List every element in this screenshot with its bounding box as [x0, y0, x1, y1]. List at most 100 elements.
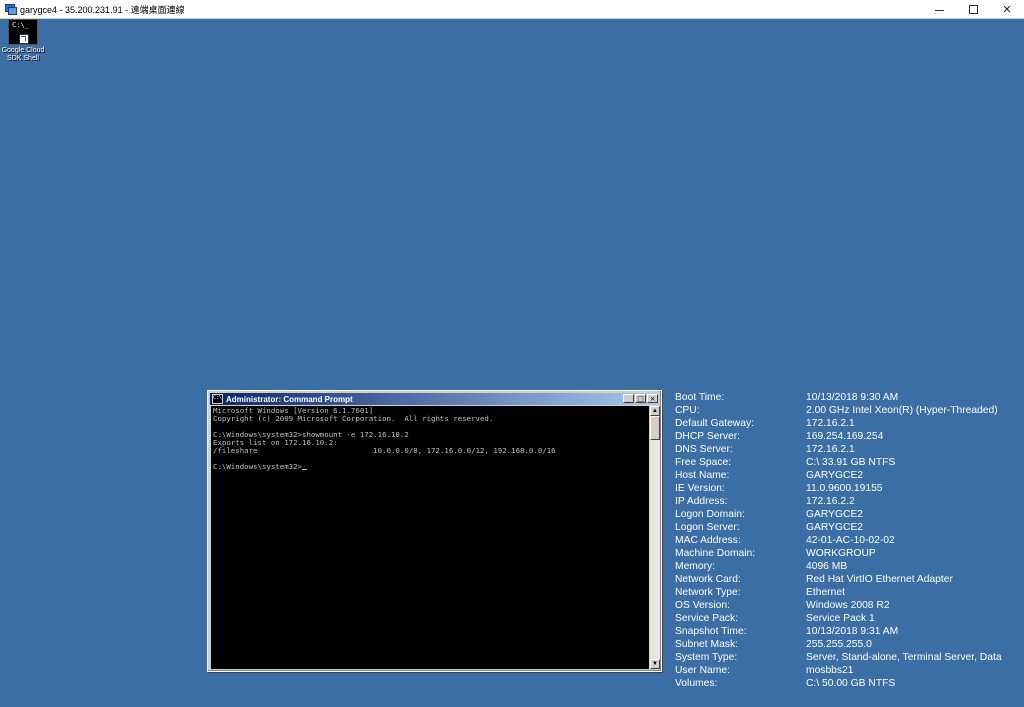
bginfo-value: 10/13/2018 9:30 AM [806, 392, 899, 403]
bginfo-row: Volumes: C:\ 50.00 GB NTFS [675, 677, 1024, 690]
console-line: /fileshare 10.0.0.0/8, 172.16.0.0/12, 19… [213, 446, 556, 455]
bginfo-label: Logon Server: [675, 522, 740, 533]
bginfo-label: IE Version: [675, 483, 725, 494]
bginfo-row: Network Type: Ethernet [675, 586, 1024, 599]
bginfo-row: DHCP Server: 169.254.169.254 [675, 430, 1024, 443]
cmd-minimize-button[interactable]: _ [623, 394, 634, 403]
close-button[interactable]: ✕ [990, 0, 1024, 18]
minimize-button[interactable] [922, 0, 956, 18]
remote-desktop-icon [4, 3, 17, 15]
bginfo-value: GARYGCE2 [806, 509, 864, 520]
bginfo-label: Host Name: [675, 470, 730, 481]
bginfo-value: Server, Stand-alone, Terminal Server, Da… [806, 652, 1002, 663]
bginfo-label: Network Card: [675, 574, 741, 585]
bginfo-value: 172.16.2.1 [806, 418, 855, 429]
terminal-icon: C:\_ [8, 19, 38, 45]
bginfo-label: Default Gateway: [675, 418, 754, 429]
bginfo-value: 4096 MB [806, 561, 848, 572]
scrollbar-thumb[interactable] [650, 416, 660, 440]
bginfo-row: MAC Address: 42-01-AC-10-02-02 [675, 534, 1024, 547]
cmd-window-title: Administrator: Command Prompt [226, 394, 353, 404]
bginfo-label: IP Address: [675, 496, 728, 507]
desktop-icon-label: Google Cloud SDK Shell [1, 47, 45, 62]
window-controls: ✕ [922, 0, 1024, 18]
bginfo-label: System Type: [675, 652, 738, 663]
command-prompt-window[interactable]: C:\ Administrator: Command Prompt _ □ × … [207, 390, 662, 672]
bginfo-label: Volumes: [675, 678, 718, 689]
rdp-titlebar[interactable]: garygce4 - 35.200.231.91 - 遠端桌面連線 ✕ [0, 0, 1024, 19]
bginfo-value: 2.00 GHz Intel Xeon(R) (Hyper-Threaded) [806, 405, 998, 416]
console-prompt-line: C:\Windows\system32> [213, 462, 302, 471]
bginfo-value: 172.16.2.1 [806, 444, 855, 455]
bginfo-label: OS Version: [675, 600, 730, 611]
bginfo-row: Subnet Mask: 255.255.255.0 [675, 638, 1024, 651]
bginfo-value: 255.255.255.0 [806, 639, 872, 650]
bginfo-row: CPU: 2.00 GHz Intel Xeon(R) (Hyper-Thread… [675, 404, 1024, 417]
text-cursor [302, 469, 307, 470]
bginfo-row: Service Pack: Service Pack 1 [675, 612, 1024, 625]
close-icon: ✕ [1002, 3, 1012, 16]
remote-desktop: C:\_ Google Cloud SDK Shell C:\ Administ… [0, 19, 1024, 707]
bginfo-value: GARYGCE2 [806, 522, 864, 533]
bginfo-row: Memory: 4096 MB [675, 560, 1024, 573]
bginfo-row: Boot Time: 10/13/2018 9:30 AM [675, 391, 1024, 404]
bginfo-row: Logon Domain: GARYGCE2 [675, 508, 1024, 521]
bginfo-value: Red Hat VirtIO Ethernet Adapter [806, 574, 953, 585]
bginfo-value: GARYGCE2 [806, 470, 864, 481]
bginfo-row: Network Card: Red Hat VirtIO Ethernet Ada… [675, 573, 1024, 586]
bginfo-label: Boot Time: [675, 392, 725, 403]
cmd-close-button[interactable]: × [647, 394, 658, 403]
console-line: Copyright (c) 2009 Microsoft Corporation… [213, 414, 494, 423]
bginfo-row: User Name: mosbbs21 [675, 664, 1024, 677]
shortcut-arrow-icon [19, 34, 29, 44]
bginfo-value: Ethernet [806, 587, 845, 598]
bginfo-label: DNS Server: [675, 444, 733, 455]
bginfo-value: C:\ 33.91 GB NTFS [806, 457, 896, 468]
bginfo-system-info: Boot Time: 10/13/2018 9:30 AM CPU: 2.00 GHz… [675, 391, 1024, 690]
bginfo-value: 172.16.2.2 [806, 496, 855, 507]
bginfo-label: MAC Address: [675, 535, 741, 546]
bginfo-label: Network Type: [675, 587, 741, 598]
bginfo-value: C:\ 50.00 GB NTFS [806, 678, 896, 689]
bginfo-label: Machine Domain: [675, 548, 756, 559]
bginfo-row: Free Space: C:\ 33.91 GB NTFS [675, 456, 1024, 469]
bginfo-row: OS Version: Windows 2008 R2 [675, 599, 1024, 612]
maximize-icon [968, 4, 978, 14]
desktop-icon-google-cloud-sdk-shell[interactable]: C:\_ Google Cloud SDK Shell [0, 19, 46, 63]
bginfo-row: IE Version: 11.0.9600.19155 [675, 482, 1024, 495]
cmd-console-output[interactable]: Microsoft Windows [Version 6.1.7601] Cop… [211, 406, 649, 669]
bginfo-label: Memory: [675, 561, 716, 572]
cmd-window-controls: _ □ × [622, 394, 658, 403]
bginfo-value: 11.0.9600.19155 [806, 483, 883, 494]
cmd-vertical-scrollbar[interactable]: ▲ ▼ [650, 406, 660, 669]
bginfo-value: Windows 2008 R2 [806, 600, 890, 611]
maximize-button[interactable] [956, 0, 990, 18]
bginfo-row: Machine Domain: WORKGROUP [675, 547, 1024, 560]
bginfo-label: Free Space: [675, 457, 732, 468]
cmd-icon: C:\ [212, 394, 223, 404]
bginfo-row: Logon Server: GARYGCE2 [675, 521, 1024, 534]
bginfo-label: Subnet Mask: [675, 639, 738, 650]
bginfo-label: Logon Domain: [675, 509, 745, 520]
bginfo-row: System Type: Server, Stand-alone, Termina… [675, 651, 1024, 664]
bginfo-row: Default Gateway: 172.16.2.1 [675, 417, 1024, 430]
bginfo-row: Snapshot Time: 10/13/2018 9:31 AM [675, 625, 1024, 638]
bginfo-label: User Name: [675, 665, 730, 676]
minimize-icon [934, 9, 944, 11]
rdp-window-title: garygce4 - 35.200.231.91 - 遠端桌面連線 [20, 4, 185, 15]
bginfo-value: WORKGROUP [806, 548, 876, 559]
cmd-titlebar[interactable]: C:\ Administrator: Command Prompt _ □ × [210, 393, 659, 405]
bginfo-value: 169.254.169.254 [806, 431, 884, 442]
bginfo-label: CPU: [675, 405, 700, 416]
cmd-maximize-button[interactable]: □ [635, 394, 646, 403]
bginfo-value: 10/13/2018 9:31 AM [806, 626, 899, 637]
scroll-up-button[interactable]: ▲ [650, 406, 660, 416]
bginfo-row: IP Address: 172.16.2.2 [675, 495, 1024, 508]
bginfo-row: Host Name: GARYGCE2 [675, 469, 1024, 482]
bginfo-value: 42-01-AC-10-02-02 [806, 535, 895, 546]
bginfo-row: DNS Server: 172.16.2.1 [675, 443, 1024, 456]
bginfo-label: Service Pack: [675, 613, 738, 624]
bginfo-label: Snapshot Time: [675, 626, 747, 637]
scroll-down-button[interactable]: ▼ [650, 659, 660, 669]
bginfo-label: DHCP Server: [675, 431, 741, 442]
